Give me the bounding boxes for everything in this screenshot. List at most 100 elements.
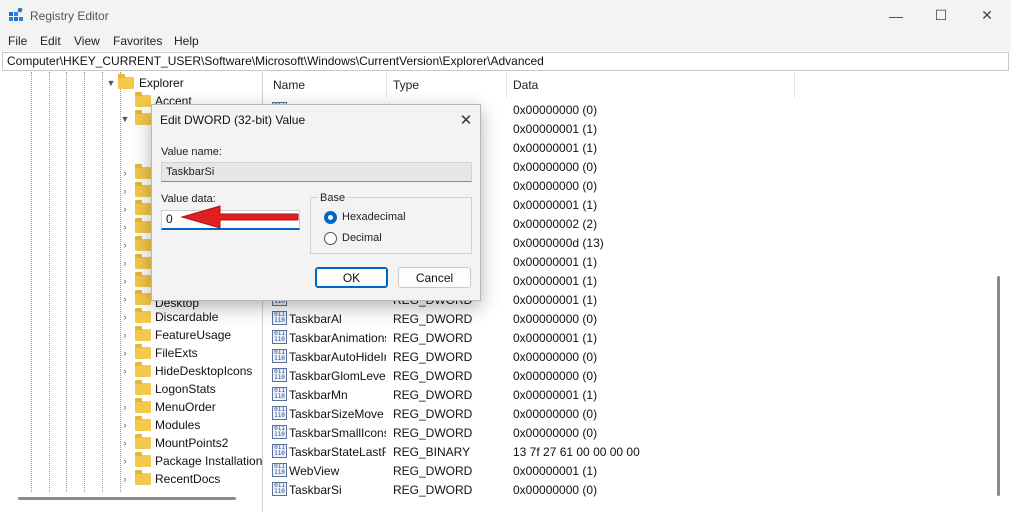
chevron-down-icon[interactable]: ▼	[106, 74, 116, 92]
chevron-right-icon[interactable]: ›	[120, 362, 130, 380]
chevron-down-icon[interactable]: ▼	[120, 110, 130, 128]
chevron-right-icon[interactable]: ›	[120, 290, 130, 308]
ok-button[interactable]: OK	[315, 267, 388, 288]
table-row[interactable]: 011 110 TaskbarAl REG_DWORD 0x00000000 (0)	[267, 309, 1007, 328]
tree-item-discardable[interactable]: › Discardable	[0, 308, 262, 326]
menu-file[interactable]: File	[8, 34, 27, 48]
list-vertical-scrollbar[interactable]	[997, 276, 1000, 496]
chevron-right-icon[interactable]: ›	[120, 236, 130, 254]
chevron-right-icon[interactable]: ›	[120, 182, 130, 200]
table-row[interactable]: 011 110 WebView REG_DWORD 0x00000001 (1)	[267, 461, 1007, 480]
folder-icon	[135, 110, 151, 125]
menu-favorites[interactable]: Favorites	[113, 34, 162, 48]
chevron-right-icon[interactable]: ›	[120, 326, 130, 344]
dword-value-icon: 011 110	[272, 425, 287, 439]
folder-icon	[118, 74, 134, 89]
table-row[interactable]: 011 110TaskbarStateLastRun REG_BINARY 13 7…	[267, 442, 1007, 461]
close-window-button[interactable]: ✕	[964, 0, 1010, 31]
close-icon: ✕	[981, 7, 993, 23]
tree-item-label: FeatureUsage	[155, 328, 232, 342]
menu-help[interactable]: Help	[174, 34, 199, 48]
value-data-cell: 0x00000000 (0)	[513, 426, 598, 440]
tree-item-label: HideDesktopIcons	[155, 364, 253, 378]
chevron-right-icon[interactable]: ›	[120, 344, 130, 362]
chevron-right-icon[interactable]: ›	[120, 308, 130, 326]
table-row[interactable]: 011 110 TaskbarSmallIcons REG_DWORD 0x00000…	[267, 423, 1007, 442]
dword-value-icon: 011 110	[272, 387, 287, 401]
value-type-cell: REG_DWORD	[393, 331, 473, 345]
cancel-button[interactable]: Cancel	[398, 267, 471, 288]
chevron-right-icon[interactable]: ›	[120, 272, 130, 290]
tree-item-label: MountPoints2	[155, 436, 229, 450]
value-data-cell: 0x00000001 (1)	[513, 464, 598, 478]
window-title: Registry Editor	[30, 9, 109, 23]
value-name-cell: TaskbarStateLastRun	[289, 445, 386, 459]
value-data-cell: 0x00000001 (1)	[513, 122, 598, 136]
folder-icon	[135, 380, 151, 395]
folder-icon	[135, 254, 151, 269]
folder-icon	[135, 434, 151, 449]
folder-icon	[135, 416, 151, 431]
chevron-right-icon[interactable]: ›	[120, 452, 130, 470]
value-name-cell: TaskbarSmallIcons	[289, 426, 386, 440]
maximize-button[interactable]: ☐	[918, 0, 964, 31]
tree-item-fileexts[interactable]: › FileExts	[0, 344, 262, 362]
chevron-right-icon[interactable]: ›	[120, 470, 130, 488]
column-header-data[interactable]: Data	[507, 72, 795, 98]
tree-item-explorer[interactable]: ▼ Explorer	[0, 74, 262, 92]
tree-item-modules[interactable]: › Modules	[0, 416, 262, 434]
value-data-cell: 0x00000000 (0)	[513, 350, 598, 364]
value-type-cell: REG_DWORD	[393, 350, 473, 364]
folder-icon	[135, 92, 151, 107]
tree-item-label: Modules	[155, 418, 201, 432]
value-type-cell: REG_DWORD	[393, 388, 473, 402]
decimal-radio[interactable]	[324, 232, 337, 245]
decimal-label[interactable]: Decimal	[342, 232, 382, 244]
folder-icon	[135, 272, 151, 287]
minimize-icon: —	[889, 7, 903, 24]
hexadecimal-radio[interactable]	[324, 211, 337, 224]
folder-icon	[135, 362, 151, 377]
hexadecimal-label[interactable]: Hexadecimal	[342, 211, 406, 223]
table-row[interactable]: 011 110 TaskbarMn REG_DWORD 0x00000001 (1)	[267, 385, 1007, 404]
table-row[interactable]: 011 110 TaskbarSi REG_DWORD 0x00000000 (0)	[267, 480, 1007, 499]
dialog-close-button[interactable]: ✕	[454, 109, 478, 131]
tree-item-featureusage[interactable]: › FeatureUsage	[0, 326, 262, 344]
tree-item-logonstats[interactable]: LogonStats	[0, 380, 262, 398]
column-header-type[interactable]: Type	[387, 72, 507, 98]
chevron-right-icon[interactable]: ›	[120, 218, 130, 236]
table-row[interactable]: 011 110 TaskbarSizeMove REG_DWORD 0x0000000…	[267, 404, 1007, 423]
value-type-cell: REG_DWORD	[393, 407, 473, 421]
chevron-right-icon[interactable]: ›	[120, 200, 130, 218]
dword-value-icon: 011 110	[272, 482, 287, 496]
tree-item-mountpoints2[interactable]: › MountPoints2	[0, 434, 262, 452]
tree-horizontal-scrollbar[interactable]	[18, 497, 236, 500]
folder-icon	[135, 326, 151, 341]
chevron-right-icon[interactable]: ›	[120, 434, 130, 452]
table-row[interactable]: 011 110 TaskbarGlomLevel REG_DWORD 0x000000…	[267, 366, 1007, 385]
chevron-right-icon[interactable]: ›	[120, 254, 130, 272]
menu-edit[interactable]: Edit	[40, 34, 61, 48]
table-row[interactable]: 011 110 TaskbarAnimations REG_DWORD 0x00000…	[267, 328, 1007, 347]
menu-view[interactable]: View	[74, 34, 100, 48]
value-name-cell: TaskbarSi	[289, 483, 342, 497]
value-data-cell: 0x00000000 (0)	[513, 179, 598, 193]
folder-icon	[135, 452, 151, 467]
tree-item-recentdocs[interactable]: › RecentDocs	[0, 470, 262, 488]
address-bar[interactable]: Computer\HKEY_CURRENT_USER\Software\Micr…	[2, 52, 1009, 71]
column-header-name[interactable]: Name	[267, 72, 387, 98]
chevron-right-icon[interactable]: ›	[120, 398, 130, 416]
value-data-cell: 0x00000000 (0)	[513, 407, 598, 421]
tree-item-package-installation[interactable]: › Package Installation	[0, 452, 262, 470]
tree-item-hidedesktopicons[interactable]: › HideDesktopIcons	[0, 362, 262, 380]
value-name-cell: TaskbarSizeMove	[289, 407, 384, 421]
minimize-button[interactable]: —	[873, 0, 919, 31]
table-row[interactable]: 011 110TaskbarAutoHideInTabletMode REG_DW…	[267, 347, 1007, 366]
value-data-cell: 0x00000000 (0)	[513, 312, 598, 326]
value-type-cell: REG_BINARY	[393, 445, 471, 459]
tree-item-menuorder[interactable]: › MenuOrder	[0, 398, 262, 416]
chevron-right-icon[interactable]: ›	[120, 416, 130, 434]
chevron-right-icon[interactable]: ›	[120, 164, 130, 182]
binary-value-icon: 011 110	[272, 444, 287, 458]
value-data-cell: 0x00000000 (0)	[513, 103, 598, 117]
